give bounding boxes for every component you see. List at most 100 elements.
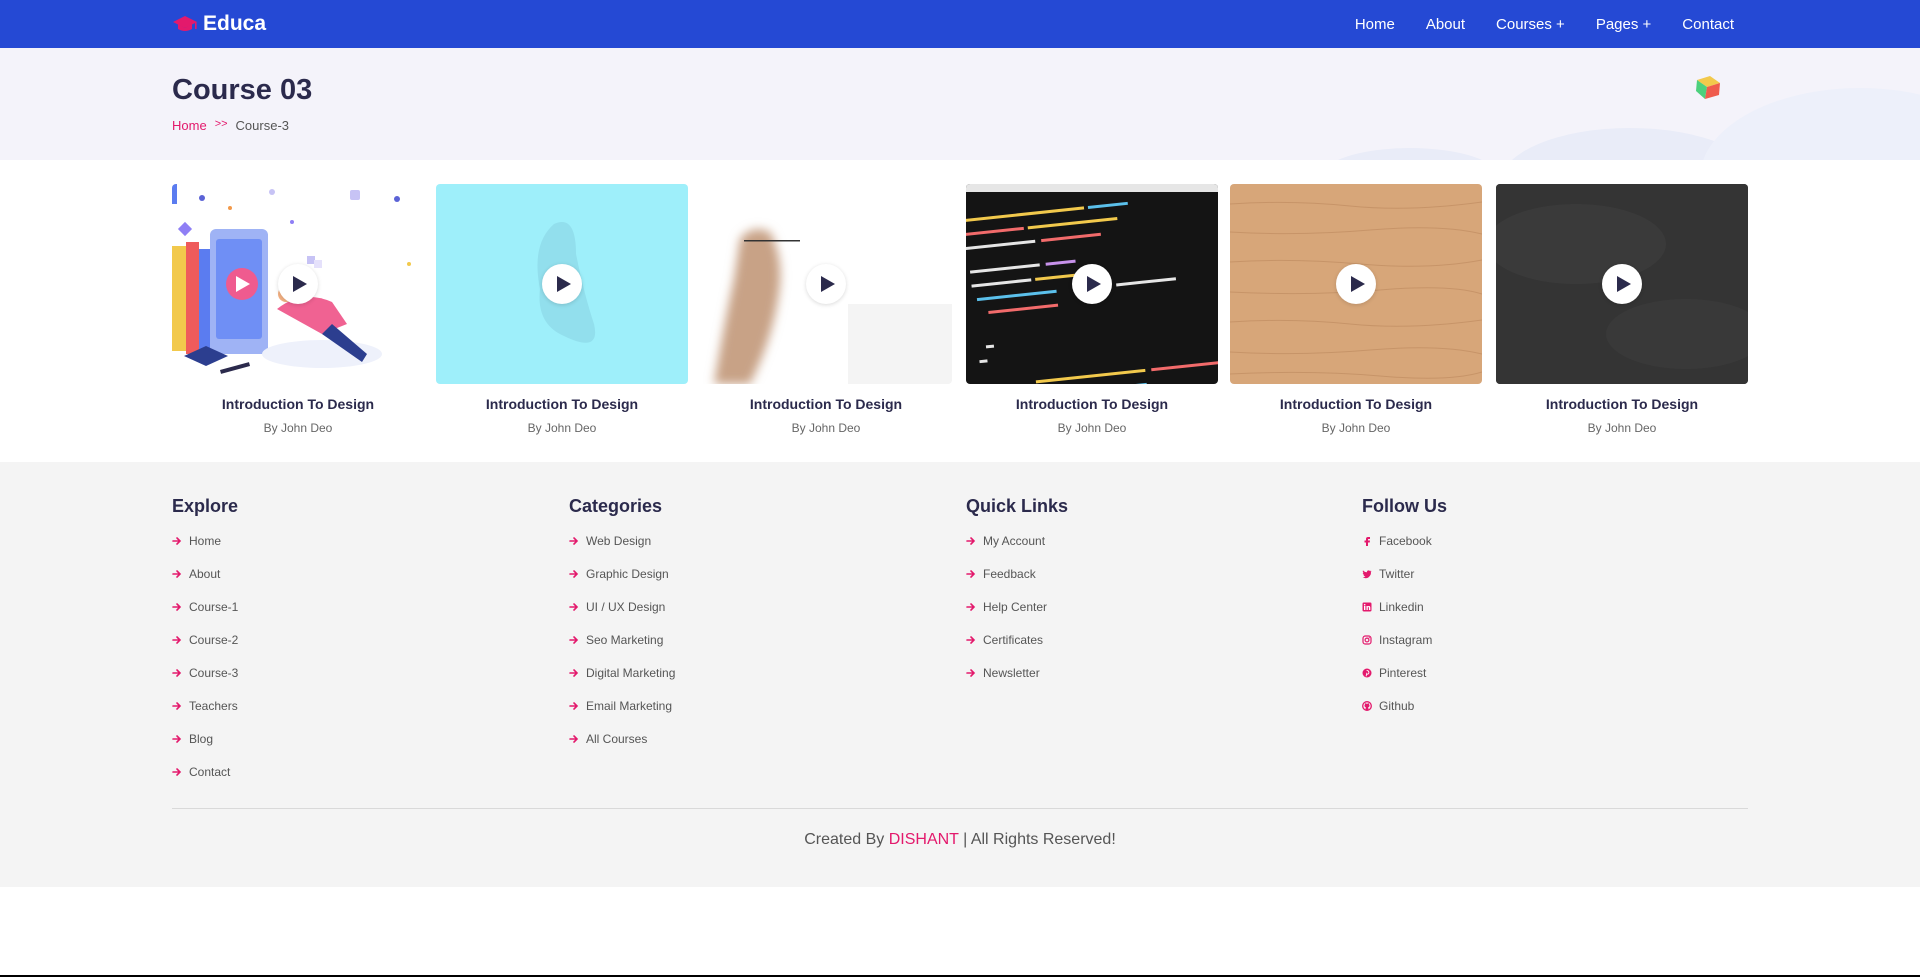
- footer-link-seo-marketing[interactable]: Seo Marketing: [569, 633, 675, 666]
- footer-link-label: Digital Marketing: [586, 666, 676, 680]
- quick-links-list: My Account Feedback Help Center Certificate…: [966, 534, 1068, 699]
- social-link-label: Pinterest: [1379, 666, 1427, 680]
- footer-link-label: Seo Marketing: [586, 633, 664, 647]
- course-thumbnail[interactable]: [1230, 184, 1482, 384]
- footer-link-feedback[interactable]: Feedback: [966, 567, 1068, 600]
- footer-link-blog[interactable]: Blog: [172, 732, 238, 765]
- linkedin-icon: [1362, 602, 1372, 612]
- footer-link-email-marketing[interactable]: Email Marketing: [569, 699, 675, 732]
- footer-link-course-2[interactable]: Course-2: [172, 633, 238, 666]
- arrow-right-icon: [569, 735, 579, 743]
- course-thumbnail[interactable]: [700, 184, 952, 384]
- footer-link-label: Blog: [189, 732, 214, 746]
- course-title[interactable]: Introduction To Design: [436, 396, 688, 412]
- arrow-right-icon: [966, 636, 976, 644]
- course-title[interactable]: Introduction To Design: [1230, 396, 1482, 412]
- course-thumbnail[interactable]: [436, 184, 688, 384]
- brand-name: Educa: [203, 12, 267, 35]
- footer-link-digital-marketing[interactable]: Digital Marketing: [569, 666, 675, 699]
- arrow-right-icon: [569, 570, 579, 578]
- course-card: Introduction To Design By John Deo: [966, 184, 1218, 444]
- copyright: Created By DISHANT | All Rights Reserved…: [0, 831, 1920, 849]
- footer-link-label: Course-1: [189, 600, 239, 614]
- footer-link-label: Certificates: [983, 633, 1044, 647]
- arrow-right-icon: [172, 669, 182, 677]
- footer-link-course-3[interactable]: Course-3: [172, 666, 238, 699]
- social-link-github[interactable]: Github: [1362, 699, 1447, 732]
- footer-link-graphic-design[interactable]: Graphic Design: [569, 567, 675, 600]
- footer-divider: [172, 808, 1748, 809]
- footer-link-newsletter[interactable]: Newsletter: [966, 666, 1068, 699]
- arrow-right-icon: [172, 537, 182, 545]
- social-link-facebook[interactable]: Facebook: [1362, 534, 1447, 567]
- copyright-author-link[interactable]: DISHANT: [889, 831, 959, 848]
- breadcrumb-home-link[interactable]: Home: [172, 118, 207, 133]
- footer-link-label: All Courses: [586, 732, 648, 746]
- course-title[interactable]: Introduction To Design: [172, 396, 424, 412]
- course-card: Introduction To Design By John Deo: [1496, 184, 1748, 444]
- arrow-right-icon: [569, 702, 579, 710]
- github-icon: [1362, 701, 1372, 711]
- footer-link-certificates[interactable]: Certificates: [966, 633, 1068, 666]
- footer-link-label: Feedback: [983, 567, 1036, 581]
- social-link-instagram[interactable]: Instagram: [1362, 633, 1447, 666]
- course-author: By John Deo: [263, 421, 333, 435]
- footer-link-web-design[interactable]: Web Design: [569, 534, 675, 567]
- play-button[interactable]: [542, 264, 582, 304]
- play-button[interactable]: [1336, 264, 1376, 304]
- social-link-label: Facebook: [1379, 534, 1432, 548]
- arrow-right-icon: [172, 702, 182, 710]
- course-thumbnail[interactable]: [1496, 184, 1748, 384]
- brand-logo[interactable]: Educa: [172, 10, 266, 38]
- footer: Explore Home About Course-1 Course-2 Course-…: [0, 462, 1920, 887]
- play-button[interactable]: [278, 264, 318, 304]
- instagram-icon: [1362, 635, 1372, 645]
- footer-link-teachers[interactable]: Teachers: [172, 699, 238, 732]
- decorative-wave: [1700, 88, 1920, 160]
- social-link-twitter[interactable]: Twitter: [1362, 567, 1447, 600]
- graduation-cap-icon: [173, 16, 197, 31]
- nav-about[interactable]: About: [1426, 16, 1465, 33]
- footer-link-ui-ux-design[interactable]: UI / UX Design: [569, 600, 675, 633]
- social-link-pinterest[interactable]: Pinterest: [1362, 666, 1447, 699]
- arrow-right-icon: [569, 636, 579, 644]
- nav-contact[interactable]: Contact: [1682, 16, 1734, 33]
- nav-courses[interactable]: Courses +: [1496, 16, 1565, 33]
- course-thumbnail[interactable]: [172, 184, 424, 384]
- footer-link-course-1[interactable]: Course-1: [172, 600, 238, 633]
- arrow-right-icon: [172, 636, 182, 644]
- footer-heading: Follow Us: [1362, 496, 1447, 516]
- footer-link-my-account[interactable]: My Account: [966, 534, 1068, 567]
- arrow-right-icon: [172, 603, 182, 611]
- footer-link-about[interactable]: About: [172, 567, 238, 600]
- course-author: By John Deo: [527, 421, 597, 435]
- footer-link-label: Newsletter: [983, 666, 1040, 680]
- course-title[interactable]: Introduction To Design: [966, 396, 1218, 412]
- top-navbar: Educa Home About Courses + Pages + Conta…: [0, 0, 1920, 48]
- play-button[interactable]: [1072, 264, 1112, 304]
- footer-link-help-center[interactable]: Help Center: [966, 600, 1068, 633]
- copyright-prefix: Created By: [804, 831, 885, 848]
- social-link-label: Twitter: [1379, 567, 1415, 581]
- arrow-right-icon: [172, 570, 182, 578]
- play-button[interactable]: [806, 264, 846, 304]
- breadcrumb: Home >> Course-3: [172, 118, 289, 133]
- nav-pages[interactable]: Pages +: [1596, 16, 1651, 33]
- footer-heading: Explore: [172, 496, 239, 516]
- footer-link-contact[interactable]: Contact: [172, 765, 238, 798]
- footer-link-all-courses[interactable]: All Courses: [569, 732, 675, 765]
- course-title[interactable]: Introduction To Design: [1496, 396, 1748, 412]
- play-button[interactable]: [1602, 264, 1642, 304]
- course-thumbnail[interactable]: [966, 184, 1218, 384]
- footer-link-label: About: [189, 567, 221, 581]
- course-author: By John Deo: [1321, 421, 1391, 435]
- twitter-icon: [1362, 570, 1372, 579]
- course-title[interactable]: Introduction To Design: [700, 396, 952, 412]
- nav-home[interactable]: Home: [1355, 16, 1395, 33]
- course-card: Introduction To Design By John Deo: [172, 184, 424, 444]
- arrow-right-icon: [966, 570, 976, 578]
- footer-explore-column: Explore Home About Course-1 Course-2 Course-…: [172, 496, 238, 798]
- social-link-linkedin[interactable]: Linkedin: [1362, 600, 1447, 633]
- decorative-wave: [1320, 148, 1500, 160]
- footer-link-home[interactable]: Home: [172, 534, 238, 567]
